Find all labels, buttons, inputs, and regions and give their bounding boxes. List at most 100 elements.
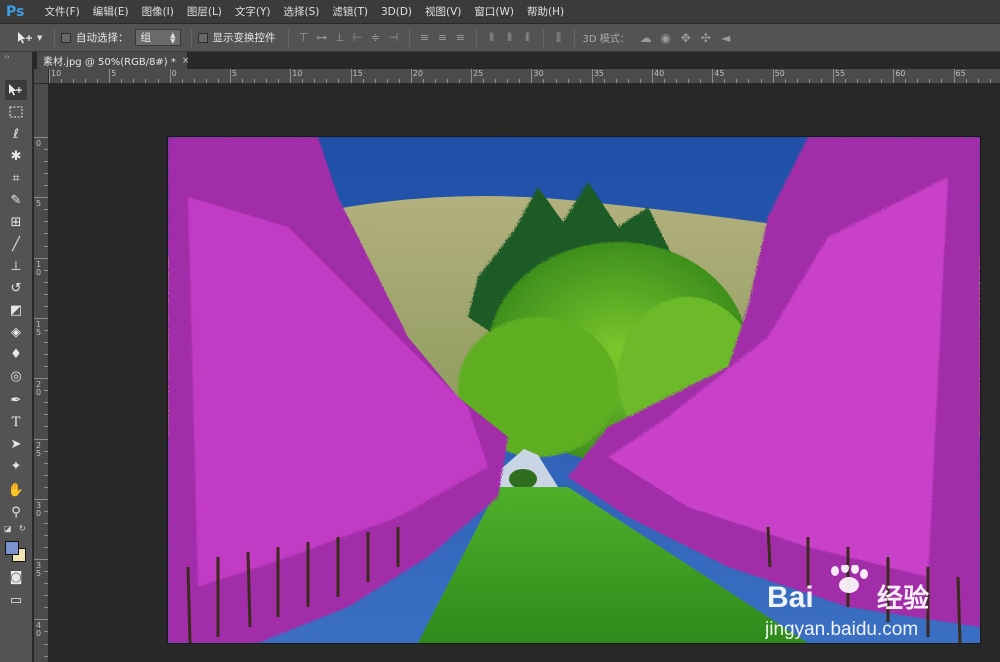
ruler-minor-tick [44, 185, 48, 187]
auto-select-checkbox[interactable] [61, 32, 71, 43]
align-top-icon[interactable]: ⊤ [295, 29, 313, 47]
updown-arrows-icon: ▲ ▼ [170, 31, 176, 45]
clone-stamp-tool-icon[interactable]: ⊥ [5, 256, 27, 276]
show-transform-checkbox[interactable] [197, 32, 208, 43]
paint-bucket-tool-icon[interactable]: ◈ [5, 322, 27, 342]
align-right-icon[interactable]: ⊣ [385, 29, 403, 47]
menu-select[interactable]: 选择(S) [277, 0, 326, 24]
path-selection-tool-icon[interactable]: ➤ [5, 434, 27, 454]
menu-window[interactable]: 窗口(W) [468, 0, 521, 24]
ruler-minor-tick [302, 79, 304, 83]
default-colors-icon[interactable]: ◪ [4, 524, 12, 533]
ruler-major-tick [772, 69, 774, 83]
menu-file[interactable]: 文件(F) [38, 0, 86, 24]
align-left-icon[interactable]: ⊢ [349, 29, 367, 47]
ruler-minor-tick [374, 79, 376, 83]
distribute-right-icon[interactable]: ⫴ [519, 29, 537, 47]
orbit-3d-icon[interactable]: ☁ [636, 29, 656, 47]
ruler-label: 45 [714, 69, 725, 78]
align-bottom-icon[interactable]: ⊥ [331, 29, 349, 47]
marquee-tool-icon[interactable] [5, 102, 27, 122]
document-tab[interactable]: 素材.jpg @ 50%(RGB/8#) * × [37, 52, 190, 69]
pan-3d-icon[interactable]: ✥ [676, 29, 696, 47]
screen-mode-icon[interactable]: ▭ [5, 590, 27, 610]
healing-brush-tool-icon[interactable]: ⊞ [5, 212, 27, 232]
watermark-brand: Bai [767, 581, 814, 614]
ruler-minor-tick [44, 571, 48, 573]
scale-3d-icon[interactable]: ◄ [716, 29, 736, 47]
lasso-tool-icon[interactable]: ℓ [5, 124, 27, 144]
ruler-minor-tick [44, 269, 48, 271]
history-brush-tool-icon[interactable]: ↺ [5, 278, 27, 298]
type-tool-icon[interactable]: T [5, 412, 27, 432]
ruler-minor-tick [314, 79, 316, 83]
eyedropper-tool-icon[interactable]: ✎ [5, 190, 27, 210]
swap-colors-icon[interactable]: ↻ [19, 524, 26, 533]
menu-filter[interactable]: 滤镜(T) [326, 0, 375, 24]
menu-layer[interactable]: 图层(L) [180, 0, 228, 24]
menu-view[interactable]: 视图(V) [419, 0, 468, 24]
move-tool-icon [18, 31, 32, 43]
ruler-minor-tick [133, 79, 135, 83]
distribute-bottom-icon[interactable]: ≡ [452, 29, 470, 47]
vertical-ruler[interactable]: 0 5 1 0 1 5 2 0 2 5 3 0 3 5 4 0 [34, 84, 49, 662]
ruler-minor-tick [724, 79, 726, 83]
move-tool-icon[interactable] [5, 80, 27, 100]
ruler-minor-tick [44, 595, 48, 597]
ruler-label: 5 [36, 199, 42, 209]
ruler-major-tick [652, 69, 653, 83]
ruler-label: 15 [352, 69, 363, 78]
slide-3d-icon[interactable]: ✣ [696, 29, 716, 47]
menu-help[interactable]: 帮助(H) [521, 0, 571, 24]
ruler-minor-tick [97, 79, 99, 83]
ruler-minor-tick [519, 79, 521, 83]
auto-select-dropdown[interactable]: 组 ▲ ▼ [134, 29, 181, 46]
panel-collapse-icon[interactable]: ›› [0, 52, 32, 62]
ruler-label: 55 [834, 69, 846, 78]
ruler-minor-tick [44, 305, 48, 307]
distribute-left-icon[interactable]: ⫴ [483, 29, 501, 47]
ruler-minor-tick [44, 450, 48, 452]
ruler-major-tick [34, 498, 48, 500]
quick-mask-icon[interactable]: ◙ [5, 567, 27, 587]
blur-tool-icon[interactable]: ♦ [5, 344, 27, 364]
ruler-major-tick [34, 197, 48, 199]
ruler-minor-tick [700, 79, 702, 83]
menu-3d[interactable]: 3D(D) [374, 0, 418, 24]
ruler-label: 2 0 [36, 380, 42, 398]
menu-type[interactable]: 文字(Y) [228, 0, 277, 24]
ruler-origin[interactable] [34, 69, 49, 84]
shape-tool-icon[interactable]: ✦ [5, 456, 27, 476]
ruler-minor-tick [929, 79, 931, 83]
divider [287, 28, 289, 47]
align-hcenter-icon[interactable]: ≑ [367, 29, 385, 47]
auto-align-icon[interactable]: ⫼ [550, 29, 568, 47]
crop-tool-icon[interactable]: ⌗ [5, 168, 27, 188]
ruler-minor-tick [44, 281, 48, 283]
eraser-tool-icon[interactable]: ◩ [5, 300, 27, 320]
distribute-hcenter-icon[interactable]: ⫴ [501, 29, 519, 47]
distribute-vcenter-icon[interactable]: ≡ [434, 29, 452, 47]
ruler-minor-tick [44, 221, 48, 223]
pen-tool-icon[interactable]: ✒ [5, 390, 27, 410]
magic-wand-tool-icon[interactable]: ✱ [5, 146, 27, 166]
distribute-top-icon[interactable]: ≡ [416, 29, 434, 47]
menu-edit[interactable]: 编辑(E) [86, 0, 135, 24]
ruler-label: 65 [955, 69, 966, 78]
ruler-minor-tick [44, 233, 48, 235]
zoom-tool-icon[interactable]: ⚲ [5, 502, 27, 522]
align-vcenter-icon[interactable]: ⊶ [313, 29, 331, 47]
dodge-tool-icon[interactable]: ◎ [5, 366, 27, 386]
ruler-minor-tick [157, 79, 159, 83]
ruler-label: 20 [412, 69, 423, 78]
horizontal-ruler[interactable]: 10 5 0 5 10 15 20 25 30 35 40 45 50 55 60 65 [49, 69, 1000, 84]
hand-tool-icon[interactable]: ✋ [5, 480, 27, 500]
tool-preset-picker[interactable]: ▼ [16, 31, 48, 45]
roll-3d-icon[interactable]: ◉ [656, 29, 676, 47]
close-icon[interactable]: × [182, 56, 190, 66]
foreground-color-swatch[interactable] [5, 541, 19, 555]
ruler-minor-tick [905, 79, 907, 83]
paw-logo-icon [831, 563, 868, 593]
brush-tool-icon[interactable]: ╱ [5, 234, 27, 254]
menu-image[interactable]: 图像(I) [135, 0, 180, 24]
